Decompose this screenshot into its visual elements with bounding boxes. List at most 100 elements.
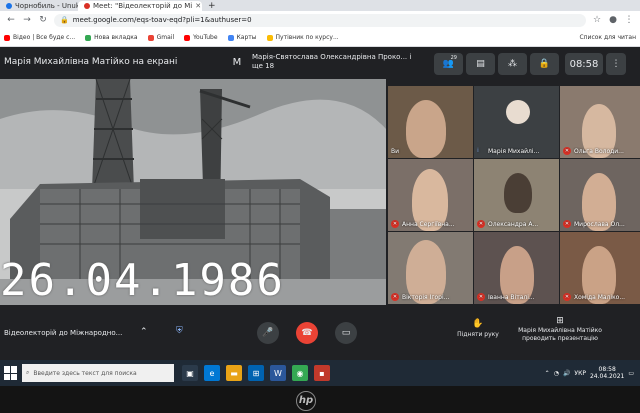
browser-tabbar: Чорнобиль - Unukhe ✕ Meet: "Відеолекторі… xyxy=(0,0,640,11)
app-icon[interactable]: ▪ xyxy=(314,365,330,381)
mic-button[interactable]: 🎤 xyxy=(257,322,279,344)
meet-header: Марія Михайлівна Матійко на екрані М Мар… xyxy=(0,47,640,79)
participant-tile[interactable]: Ви xyxy=(388,86,473,158)
bookmark-item[interactable]: Відео | Все буде с... xyxy=(4,34,75,41)
back-icon[interactable]: ← xyxy=(6,15,16,25)
chat-button[interactable]: ▤ xyxy=(466,53,495,75)
new-tab-button[interactable]: + xyxy=(202,1,222,11)
tray-clock[interactable]: 08:58 24.04.2021 xyxy=(590,366,624,380)
task-view-icon[interactable]: ▣ xyxy=(182,365,198,381)
laptop-bezel xyxy=(0,386,640,413)
bookmark-item[interactable]: YouTube xyxy=(184,34,218,41)
top-controls: 👥 29 ▤ ⁂ 🔒 08:58 ⋮ xyxy=(434,53,626,75)
mic-off-icon: ✕ xyxy=(391,293,399,301)
participant-tile[interactable]: ✕ Вікторія Ігорі... xyxy=(388,232,473,304)
participant-avatar xyxy=(506,100,530,124)
participant-tile[interactable]: ⁞ Марія Михайлі... xyxy=(474,86,559,158)
youtube-icon xyxy=(184,34,191,41)
participant-tile[interactable]: ✕ Анна Сергіївна... xyxy=(388,159,473,231)
participant-name-row: ✕ Іванна Віталі... xyxy=(477,293,557,301)
mic-off-icon: ✕ xyxy=(563,147,571,155)
camera-icon: ▭ xyxy=(341,328,351,338)
leave-call-button[interactable]: ☎ xyxy=(296,322,318,344)
chevron-up-icon[interactable]: ⌃ xyxy=(140,327,148,337)
tray-arrow-icon[interactable]: ⌃ xyxy=(545,370,550,377)
info-button[interactable]: 🔒 xyxy=(530,53,559,75)
edge-icon[interactable]: e xyxy=(204,365,220,381)
tab-chornobyl[interactable]: Чорнобиль - Unukhe ✕ xyxy=(0,1,78,11)
participant-name-row: ✕ Мирослава Ол... xyxy=(563,220,638,228)
presenting-label: Марія Михайлівна Матійко проводить презе… xyxy=(518,327,602,342)
volume-icon[interactable]: 🔊 xyxy=(563,370,570,377)
tab-title: Meet: "Відеолекторій до Мі xyxy=(93,2,193,10)
participant-name: Ольга Володи... xyxy=(574,147,624,155)
file-explorer-icon[interactable]: ▬ xyxy=(226,365,242,381)
bookmark-label: Gmail xyxy=(156,34,175,41)
bookmark-label: Відео | Все буде с... xyxy=(13,34,76,41)
maps-icon xyxy=(227,34,234,41)
star-icon[interactable]: ☆ xyxy=(592,15,602,25)
participant-tile[interactable]: ✕ Хоміда Маліко... xyxy=(560,232,640,304)
forward-icon[interactable]: → xyxy=(22,15,32,25)
hand-icon: ✋ xyxy=(472,319,484,329)
tab-favicon-icon xyxy=(84,3,90,9)
meeting-clock: 08:58 xyxy=(565,53,603,75)
participant-tile[interactable]: ✕ Ольга Володи... xyxy=(560,86,640,158)
mic-active-icon: ⁞ xyxy=(477,147,479,154)
gmail-icon xyxy=(147,34,154,41)
bookmark-item[interactable]: Gmail xyxy=(147,34,175,41)
windows-start-icon[interactable] xyxy=(4,366,18,380)
participant-tile[interactable]: ✕ Іванна Віталі... xyxy=(474,232,559,304)
camera-button[interactable]: ▭ xyxy=(335,322,357,344)
raise-hand-button[interactable]: ✋ Підняти руку xyxy=(448,319,508,338)
participant-summary: Марія-Святослава Олександрівна Проко... … xyxy=(252,53,412,70)
menu-icon[interactable]: ⋮ xyxy=(624,15,634,25)
notifications-icon[interactable]: ▭ xyxy=(628,370,634,377)
participant-name-row: ✕ Анна Сергіївна... xyxy=(391,220,471,228)
participant-name-row: ✕ Вікторія Ігорі... xyxy=(391,293,471,301)
meeting-title[interactable]: Відеолекторій до Міжнародно... xyxy=(4,329,122,337)
participant-grid: Ви ⁞ Марія Михайлі... ✕ Ольга Володи... … xyxy=(388,86,640,304)
search-icon: ⌕ xyxy=(26,369,30,376)
reading-list[interactable]: Список для читан xyxy=(579,34,636,41)
bookmark-label: Нова вкладка xyxy=(94,34,138,41)
store-icon[interactable]: ⊞ xyxy=(248,365,264,381)
participants-button[interactable]: 👥 29 xyxy=(434,53,463,75)
taskbar-search[interactable]: ⌕ Введите здесь текст для поиска xyxy=(22,364,174,382)
bookmark-icon xyxy=(4,34,10,41)
more-icon: ⋮ xyxy=(611,59,621,69)
participant-name: Анна Сергіївна... xyxy=(402,220,455,228)
tab-meet[interactable]: Meet: "Відеолекторій до Мі ✕ xyxy=(78,1,202,11)
url-field[interactable]: 🔒 meet.google.com/eqs-toav-eqd?pli=1&aut… xyxy=(54,13,586,27)
close-tab-icon[interactable]: ✕ xyxy=(195,2,201,10)
activities-button[interactable]: ⁂ xyxy=(498,53,527,75)
shield-icon[interactable]: ⛨ xyxy=(176,326,183,336)
word-icon[interactable]: W xyxy=(270,365,286,381)
bookmark-item[interactable]: Карты xyxy=(227,34,257,41)
present-icon: ⊞ xyxy=(556,316,564,326)
participant-tile[interactable]: ✕ Олександра А... xyxy=(474,159,559,231)
mic-icon: 🎤 xyxy=(262,328,274,338)
bookmark-icon xyxy=(85,34,92,41)
lock-icon: 🔒 xyxy=(60,16,69,24)
network-icon[interactable]: ◔ xyxy=(554,370,559,377)
participant-tile[interactable]: ✕ Мирослава Ол... xyxy=(560,159,640,231)
hp-logo: hp xyxy=(296,391,316,411)
bookmark-icon xyxy=(266,34,273,41)
participant-name-row: ✕ Хоміда Маліко... xyxy=(563,293,638,301)
language-indicator[interactable]: УКР xyxy=(574,370,586,377)
reload-icon[interactable]: ↻ xyxy=(38,15,48,25)
profile-icon[interactable]: ● xyxy=(608,15,618,25)
more-options-button[interactable]: ⋮ xyxy=(606,53,626,75)
participant-name: Хоміда Маліко... xyxy=(574,293,626,301)
bookmark-item[interactable]: Нова вкладка xyxy=(85,34,138,41)
lock-icon: 🔒 xyxy=(538,59,551,69)
tab-favicon-icon xyxy=(6,3,12,9)
mic-off-icon: ✕ xyxy=(477,293,485,301)
address-bar-row: ← → ↻ 🔒 meet.google.com/eqs-toav-eqd?pli… xyxy=(0,11,640,29)
bookmark-item[interactable]: Путівник по курсу... xyxy=(266,34,339,41)
tray-date: 24.04.2021 xyxy=(589,373,625,380)
presenting-button[interactable]: ⊞ Марія Михайлівна Матійко проводить пре… xyxy=(510,317,610,343)
chrome-icon[interactable]: ◉ xyxy=(292,365,308,381)
taskbar-search-placeholder: Введите здесь текст для поиска xyxy=(33,369,137,377)
